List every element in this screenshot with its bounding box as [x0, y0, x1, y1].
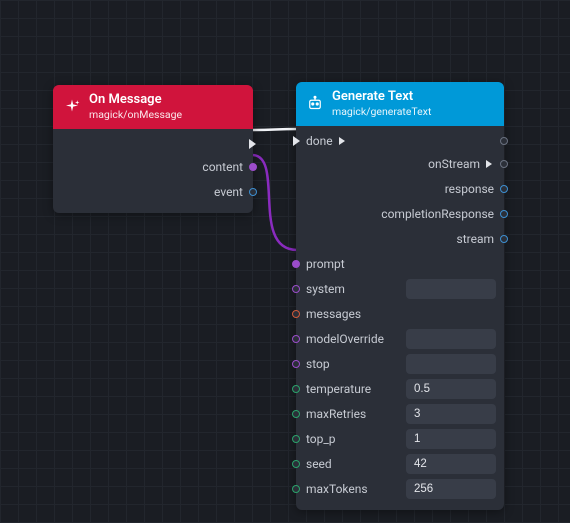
port-label: stop	[306, 357, 330, 371]
port-dot-icon[interactable]	[500, 160, 508, 168]
wire-content-to-prompt	[252, 155, 297, 250]
node-on-message[interactable]: On Message magick/onMessage content even…	[53, 85, 253, 213]
port-dot-icon[interactable]	[292, 260, 300, 268]
temperature-input[interactable]	[406, 379, 496, 399]
node-subtitle: magick/generateText	[332, 106, 431, 118]
port-dot-icon[interactable]	[249, 188, 257, 196]
port-dot-icon[interactable]	[292, 485, 300, 493]
flow-out-triangle-icon[interactable]	[249, 139, 256, 149]
port-in-seed[interactable]: seed	[296, 452, 504, 477]
port-in-max-tokens[interactable]: maxTokens	[296, 477, 504, 502]
max-retries-input[interactable]	[406, 404, 496, 424]
node-header[interactable]: On Message magick/onMessage	[53, 85, 253, 129]
port-label: stream	[457, 232, 495, 246]
port-label: maxTokens	[306, 482, 368, 496]
port-dot-icon[interactable]	[292, 410, 300, 418]
max-tokens-input[interactable]	[406, 479, 496, 499]
port-dot-icon[interactable]	[292, 285, 300, 293]
port-out-event[interactable]: event	[53, 180, 253, 205]
node-title: On Message	[89, 93, 182, 107]
stop-input[interactable]	[406, 354, 496, 374]
model-override-input[interactable]	[406, 329, 496, 349]
robot-icon	[306, 95, 324, 113]
port-out-completion-response[interactable]: completionResponse	[296, 202, 504, 227]
port-out-stream[interactable]: stream	[296, 227, 504, 252]
port-in-top-p[interactable]: top_p	[296, 427, 504, 452]
port-dot-icon[interactable]	[292, 460, 300, 468]
port-label: onStream	[428, 157, 480, 171]
port-dot-icon[interactable]	[292, 335, 300, 343]
port-label: event	[214, 185, 243, 199]
port-label: content	[202, 160, 243, 174]
port-label: messages	[306, 307, 361, 321]
node-subtitle: magick/onMessage	[89, 109, 182, 121]
port-label: prompt	[306, 257, 345, 271]
wire-flow	[252, 129, 298, 130]
port-dot-icon[interactable]	[500, 185, 508, 193]
system-input[interactable]	[406, 279, 496, 299]
port-label: modelOverride	[306, 332, 384, 346]
port-dot-icon[interactable]	[292, 385, 300, 393]
node-body: content event	[53, 129, 253, 213]
port-dot-icon[interactable]	[292, 360, 300, 368]
flow-out-row	[53, 133, 253, 155]
port-dot-icon[interactable]	[500, 137, 508, 145]
flow-in-triangle-icon[interactable]	[293, 136, 300, 146]
port-in-model-override[interactable]: modelOverride	[296, 327, 504, 352]
port-dot-icon[interactable]	[500, 235, 508, 243]
port-label: done	[306, 134, 333, 148]
port-dot-icon[interactable]	[292, 435, 300, 443]
flow-out-triangle-icon[interactable]	[339, 137, 345, 145]
port-label: top_p	[306, 432, 336, 446]
port-in-max-retries[interactable]: maxRetries	[296, 402, 504, 427]
flow-row-done: done	[296, 130, 504, 152]
port-dot-icon[interactable]	[292, 310, 300, 318]
port-out-onstream[interactable]: onStream	[296, 152, 504, 177]
port-dot-icon[interactable]	[249, 163, 257, 171]
node-body: done onStream response completionRespons…	[296, 126, 504, 510]
port-label: temperature	[306, 382, 371, 396]
port-out-content[interactable]: content	[53, 155, 253, 180]
port-in-stop[interactable]: stop	[296, 352, 504, 377]
port-out-response[interactable]: response	[296, 177, 504, 202]
port-in-temperature[interactable]: temperature	[296, 377, 504, 402]
port-dot-icon[interactable]	[500, 210, 508, 218]
node-title: Generate Text	[332, 90, 431, 104]
sparkles-icon	[63, 98, 81, 116]
port-label: response	[445, 182, 494, 196]
port-in-messages[interactable]: messages	[296, 302, 504, 327]
port-label: maxRetries	[306, 407, 366, 421]
seed-input[interactable]	[406, 454, 496, 474]
node-header[interactable]: Generate Text magick/generateText	[296, 82, 504, 126]
flow-out-triangle-icon	[486, 160, 492, 168]
top-p-input[interactable]	[406, 429, 496, 449]
port-label: completionResponse	[381, 207, 494, 221]
port-label: system	[306, 282, 345, 296]
node-generate-text[interactable]: Generate Text magick/generateText done o…	[296, 82, 504, 510]
port-label: seed	[306, 457, 332, 471]
port-in-system[interactable]: system	[296, 277, 504, 302]
port-in-prompt[interactable]: prompt	[296, 252, 504, 277]
